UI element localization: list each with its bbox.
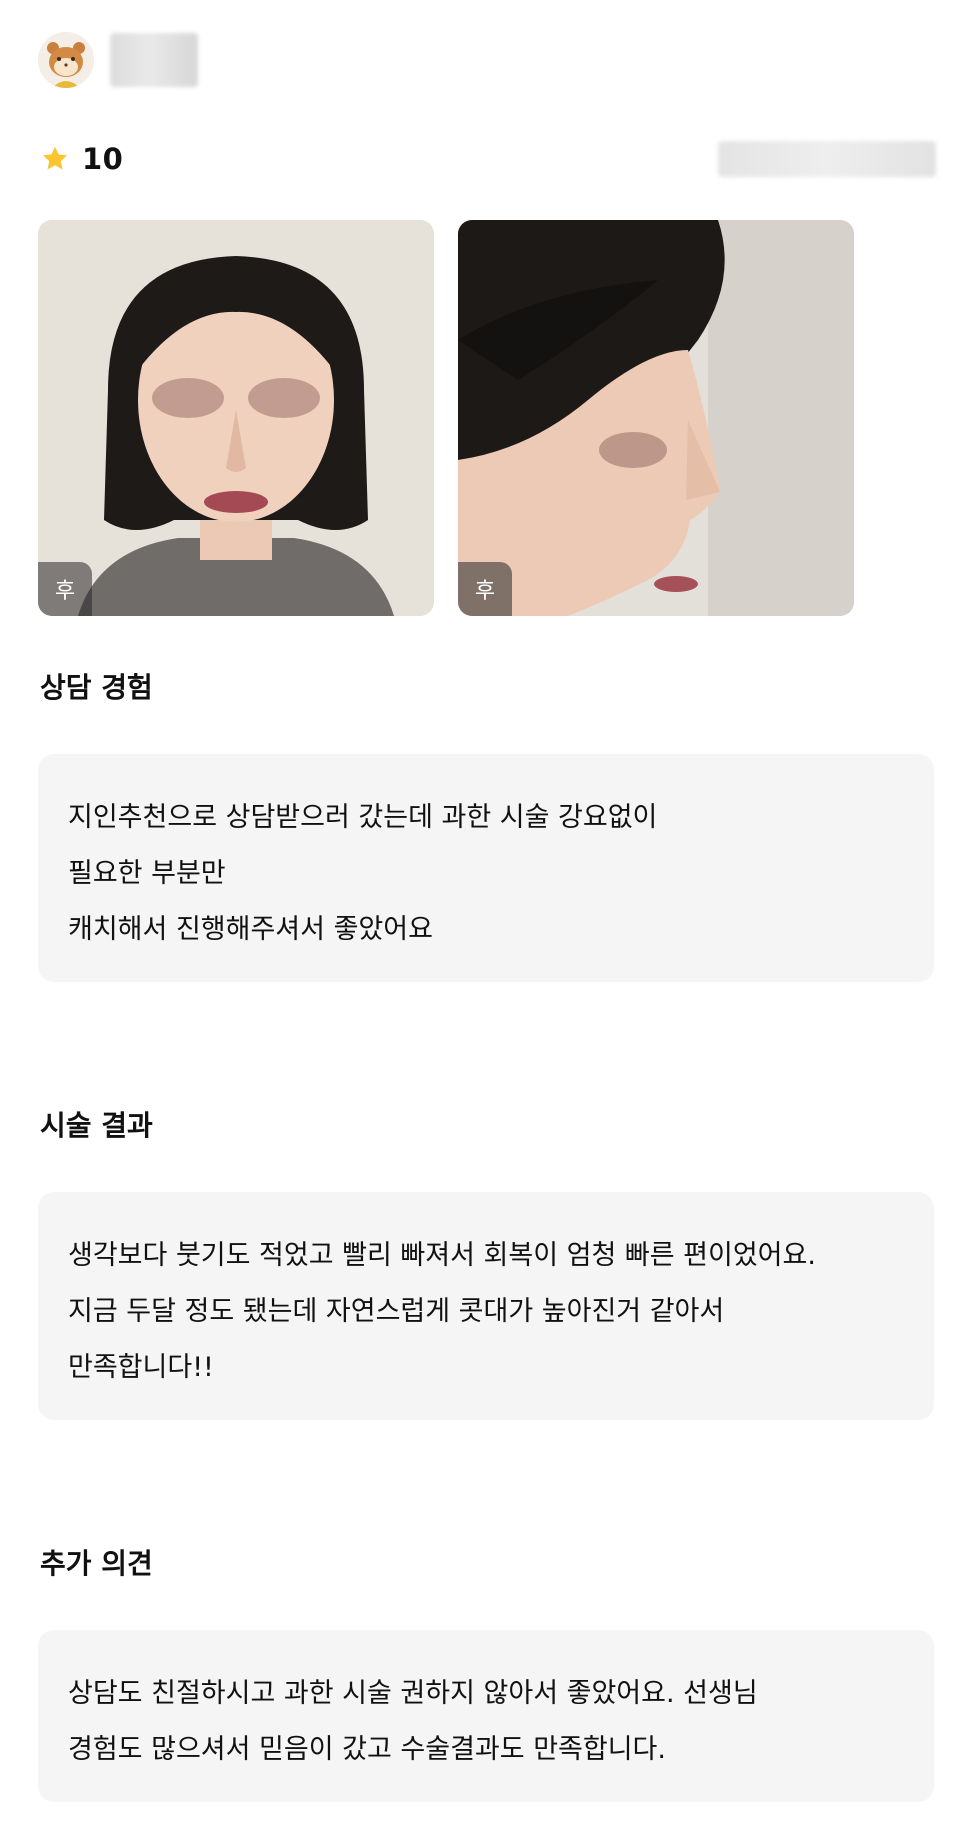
section-body-additional: 상담도 친절하시고 과한 시술 권하지 않아서 좋았어요. 선생님 경험도 많으… xyxy=(38,1630,934,1802)
text-line: 만족합니다!! xyxy=(68,1352,214,1383)
review-author xyxy=(38,28,198,92)
after-photo-profile[interactable]: 후 xyxy=(458,220,854,616)
after-badge: 후 xyxy=(38,562,92,616)
photo-gallery: 후 후 xyxy=(38,220,854,616)
section-title-additional: 추가 의견 xyxy=(40,1547,153,1580)
section-body-result: 생각보다 붓기도 적었고 빨리 빠져서 회복이 엄청 빠른 편이었어요. 지금 … xyxy=(38,1192,934,1420)
text-line: 지인추천으로 상담받으러 갔는데 과한 시술 강요없이 xyxy=(68,802,658,833)
text-line: 필요한 부분만 xyxy=(68,858,226,889)
text-line: 경험도 많으셔서 믿음이 갔고 수술결과도 만족합니다. xyxy=(68,1734,666,1765)
section-body-consultation: 지인추천으로 상담받으러 갔는데 과한 시술 강요없이 필요한 부분만 캐치해서… xyxy=(38,754,934,982)
star-icon xyxy=(43,146,67,170)
section-title-consultation: 상담 경험 xyxy=(40,671,153,704)
hamster-avatar-icon[interactable] xyxy=(38,32,94,88)
rating-row: 10 xyxy=(40,138,936,180)
after-photo-front[interactable]: 후 xyxy=(38,220,434,616)
text-line: 상담도 친절하시고 과한 시술 권하지 않아서 좋았어요. 선생님 xyxy=(68,1678,758,1709)
text-line: 지금 두달 정도 됐는데 자연스럽게 콧대가 높아진거 같아서 xyxy=(68,1296,725,1327)
review-page: 10 후 후 상담 경험 지인추천으로 상담받으러 갔는데 과한 시술 강요없이… xyxy=(0,0,966,1831)
date-redacted xyxy=(718,141,936,177)
username-redacted xyxy=(110,33,198,87)
text-line: 생각보다 붓기도 적었고 빨리 빠져서 회복이 엄청 빠른 편이었어요. xyxy=(68,1240,816,1271)
text-line: 캐치해서 진행해주셔서 좋았어요 xyxy=(68,914,433,945)
rating: 10 xyxy=(40,142,123,176)
after-badge: 후 xyxy=(458,562,512,616)
rating-value: 10 xyxy=(82,142,124,176)
section-title-result: 시술 결과 xyxy=(40,1109,153,1142)
